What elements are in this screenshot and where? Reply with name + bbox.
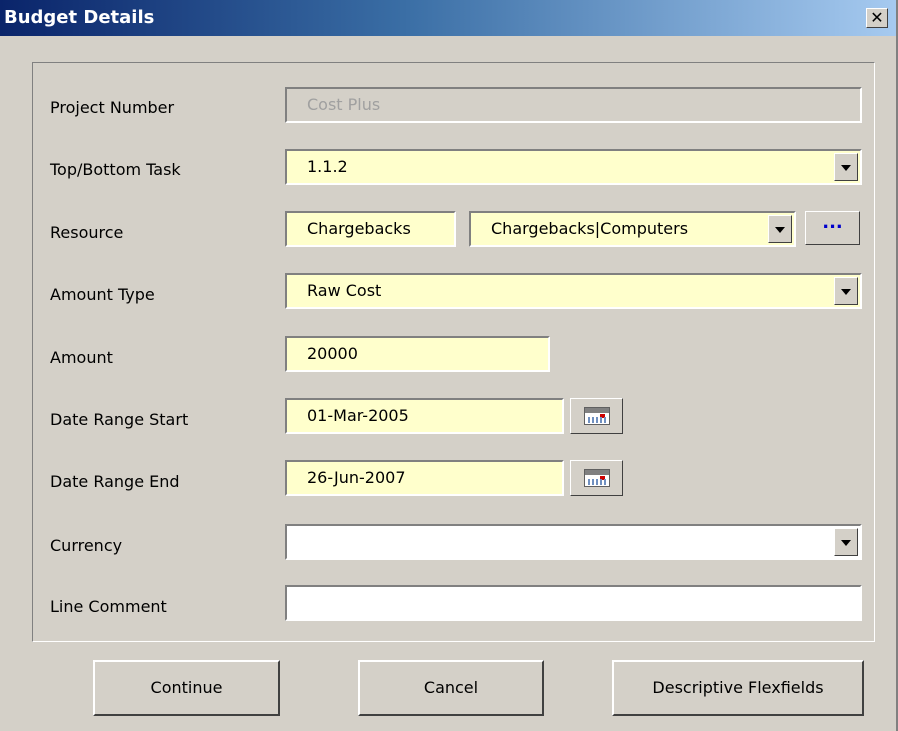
resource-short-field[interactable]: Chargebacks: [285, 211, 456, 247]
date-start-input[interactable]: 01-Mar-2005: [285, 398, 564, 434]
chevron-down-icon: [775, 227, 785, 233]
line-comment-input[interactable]: [285, 585, 862, 621]
currency-label: Currency: [50, 536, 123, 555]
currency-select[interactable]: [285, 524, 862, 560]
resource-label: Resource: [50, 223, 124, 242]
close-icon: ✕: [870, 8, 884, 27]
date-start-calendar-button[interactable]: [570, 398, 623, 434]
amount-input[interactable]: 20000: [285, 336, 550, 372]
chevron-down-icon: [841, 165, 851, 171]
currency-dropdown-button[interactable]: [834, 528, 858, 556]
budget-details-dialog: Budget Details ✕ Project Number Cost Plu…: [0, 0, 898, 731]
task-label: Top/Bottom Task: [50, 160, 181, 179]
amount-type-label: Amount Type: [50, 285, 155, 304]
task-value: 1.1.2: [307, 157, 348, 176]
project-number-value: Cost Plus: [307, 95, 381, 114]
descriptive-flexfields-button[interactable]: Descriptive Flexfields: [612, 660, 864, 716]
task-select[interactable]: 1.1.2: [285, 149, 862, 185]
calendar-icon: [584, 469, 610, 487]
ellipsis-icon: ...: [822, 212, 843, 233]
amount-label: Amount: [50, 348, 113, 367]
resource-lookup-button[interactable]: ...: [805, 211, 860, 245]
date-end-label: Date Range End: [50, 472, 180, 491]
line-comment-label: Line Comment: [50, 597, 167, 616]
date-start-label: Date Range Start: [50, 410, 189, 429]
chevron-down-icon: [841, 289, 851, 295]
chevron-down-icon: [841, 540, 851, 546]
window-title: Budget Details: [4, 7, 155, 28]
title-bar[interactable]: Budget Details ✕: [0, 0, 896, 36]
resource-select[interactable]: Chargebacks|Computers: [469, 211, 796, 247]
date-end-input[interactable]: 26-Jun-2007: [285, 460, 564, 496]
date-end-value: 26-Jun-2007: [307, 468, 406, 487]
project-number-label: Project Number: [50, 98, 175, 117]
date-start-value: 01-Mar-2005: [307, 406, 409, 425]
task-dropdown-button[interactable]: [834, 153, 858, 181]
close-button[interactable]: ✕: [866, 8, 888, 28]
amount-type-value: Raw Cost: [307, 281, 382, 300]
resource-dropdown-button[interactable]: [768, 215, 792, 243]
amount-value: 20000: [307, 344, 358, 363]
date-end-calendar-button[interactable]: [570, 460, 623, 496]
amount-type-select[interactable]: Raw Cost: [285, 273, 862, 309]
resource-full-value: Chargebacks|Computers: [491, 219, 689, 238]
amount-type-dropdown-button[interactable]: [834, 277, 858, 305]
resource-short-value: Chargebacks: [307, 219, 411, 238]
project-number-field: Cost Plus: [285, 87, 862, 123]
cancel-button[interactable]: Cancel: [358, 660, 544, 716]
calendar-icon: [584, 407, 610, 425]
continue-button[interactable]: Continue: [93, 660, 280, 716]
